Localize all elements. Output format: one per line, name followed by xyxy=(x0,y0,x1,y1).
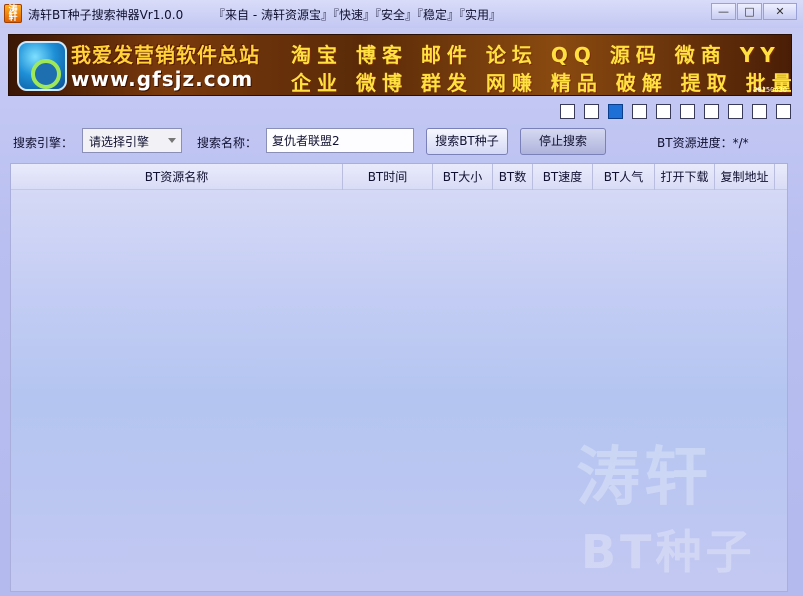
page-square[interactable] xyxy=(608,104,623,119)
banner-keywords-row2: 企业 微博 群发 网赚 精品 破解 提取 批量 营销 xyxy=(291,71,791,95)
chevron-down-icon xyxy=(168,138,176,143)
name-label: 搜索名称： xyxy=(197,136,258,150)
page-square[interactable] xyxy=(752,104,767,119)
close-button[interactable]: ✕ xyxy=(763,3,797,20)
table-header: BT资源名称 BT时间 BT大小 BT数 BT速度 BT人气 打开下载 复制地址 xyxy=(11,164,787,190)
page-square[interactable] xyxy=(560,104,575,119)
globe-logo-icon xyxy=(17,41,67,91)
column-header-speed[interactable]: BT速度 xyxy=(533,164,593,190)
column-header-time[interactable]: BT时间 xyxy=(343,164,433,190)
column-header-copy-address[interactable]: 复制地址 xyxy=(715,164,775,190)
search-name-input[interactable] xyxy=(266,128,414,153)
page-square[interactable] xyxy=(656,104,671,119)
results-table[interactable]: BT资源名称 BT时间 BT大小 BT数 BT速度 BT人气 打开下载 复制地址… xyxy=(10,163,788,592)
page-square[interactable] xyxy=(704,104,719,119)
minimize-button[interactable]: — xyxy=(711,3,736,20)
progress-status: BT资源进度：*/* xyxy=(657,136,749,150)
engine-select-value: 请选择引擎 xyxy=(89,135,150,149)
column-header-popularity[interactable]: BT人气 xyxy=(593,164,655,190)
window-title: 涛轩BT种子搜索神器Vr1.0.0 xyxy=(28,8,184,22)
app-icon: 涛轩 xyxy=(4,4,22,23)
page-square[interactable] xyxy=(584,104,599,119)
window-slogan: 『来自 - 涛轩资源宝』『快速』『安全』『稳定』『实用』 xyxy=(213,8,501,22)
page-square[interactable] xyxy=(680,104,695,119)
banner-ad[interactable]: 我爱发营销软件总站 www.gfsjz.com 淘宝 博客 邮件 论坛 QQ 源… xyxy=(8,34,792,96)
title-bar: 涛轩 涛轩BT种子搜索神器Vr1.0.0 『来自 - 涛轩资源宝』『快速』『安全… xyxy=(0,0,803,28)
column-header-name[interactable]: BT资源名称 xyxy=(11,164,343,190)
page-square[interactable] xyxy=(728,104,743,119)
engine-select[interactable]: 请选择引擎 xyxy=(82,128,182,153)
page-square[interactable] xyxy=(776,104,791,119)
stop-search-button[interactable]: 停止搜索 xyxy=(520,128,606,155)
column-header-size[interactable]: BT大小 xyxy=(433,164,493,190)
banner-keywords-row1: 淘宝 博客 邮件 论坛 QQ 源码 微商 YY 旺旺 xyxy=(291,43,792,67)
watermark-subtitle: BT种子 xyxy=(581,525,756,579)
banner-headline: 我爱发营销软件总站 xyxy=(71,43,260,67)
watermark-logo-text: 涛轩 xyxy=(576,441,712,515)
search-bt-button[interactable]: 搜索BT种子 xyxy=(426,128,508,155)
column-header-open-download[interactable]: 打开下载 xyxy=(655,164,715,190)
maximize-button[interactable]: □ xyxy=(737,3,762,20)
column-header-count[interactable]: BT数 xyxy=(493,164,533,190)
engine-label: 搜索引擎： xyxy=(13,136,74,150)
banner-date: 20150630 xyxy=(753,86,787,94)
page-square[interactable] xyxy=(632,104,647,119)
banner-url: www.gfsjz.com xyxy=(71,67,254,91)
